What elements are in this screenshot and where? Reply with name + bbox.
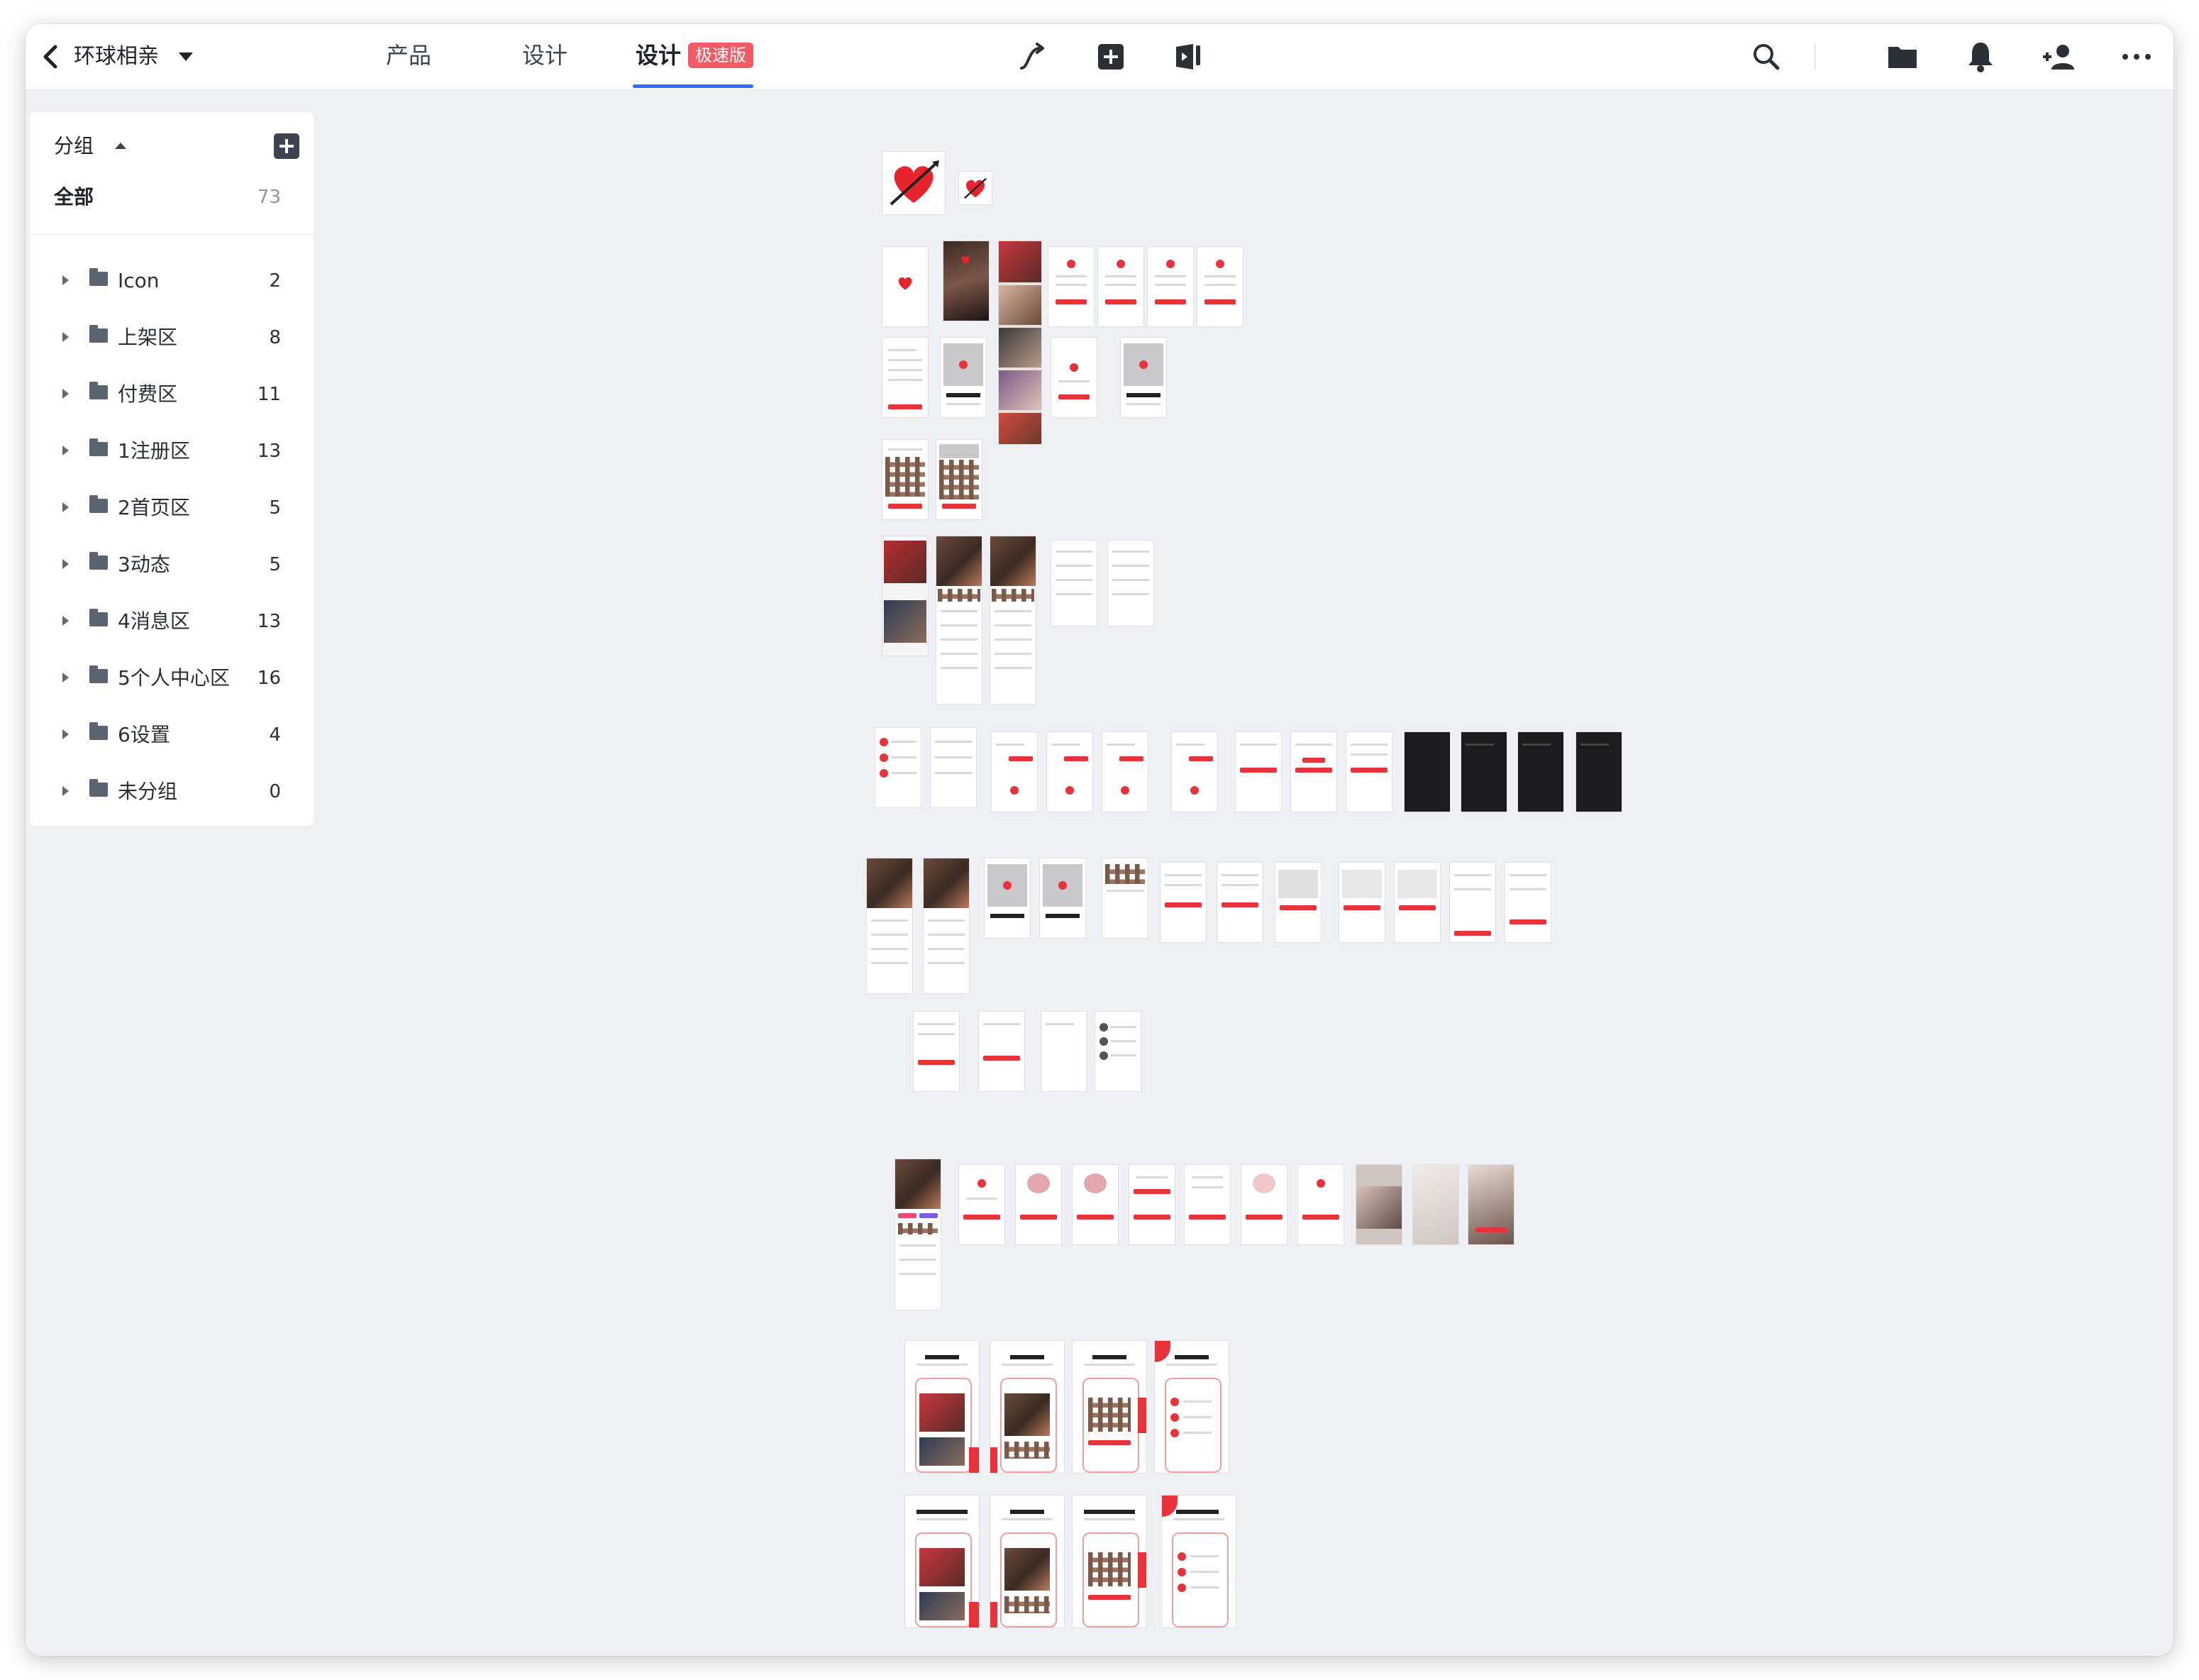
artboard-thumbnail[interactable] [1051, 338, 1097, 417]
artboard-thumbnail[interactable] [1041, 1012, 1087, 1091]
artboard-thumbnail[interactable] [905, 1496, 979, 1628]
design-canvas[interactable] [26, 89, 2173, 1656]
heart-arrow-icon [890, 160, 939, 206]
artboard-thumbnail[interactable] [959, 1165, 1004, 1244]
artboard-thumbnail[interactable] [1241, 1165, 1287, 1244]
artboard-thumbnail[interactable] [1051, 541, 1097, 626]
artboard-thumbnail[interactable] [1291, 732, 1336, 812]
artboard-thumbnail[interactable] [1298, 1165, 1344, 1244]
search-icon[interactable] [1745, 35, 1788, 78]
artboard-thumbnail[interactable] [1073, 1496, 1146, 1628]
app-window: 环球相亲 产品 设计 设计 极速版 分组 全部 73 Icon 2 上架区 8 … [26, 24, 2173, 1656]
artboard-thumbnail[interactable] [1121, 338, 1166, 417]
artboard-thumbnail[interactable] [1505, 863, 1551, 942]
express-badge: 极速版 [688, 43, 754, 68]
artboard-thumbnail[interactable] [1450, 863, 1495, 942]
add-user-icon[interactable] [2037, 35, 2080, 78]
artboard-thumbnail[interactable] [1102, 732, 1148, 812]
caret-down-icon[interactable] [172, 43, 200, 71]
artboard-thumbnail[interactable] [941, 338, 986, 417]
artboard-thumbnail[interactable] [1217, 863, 1263, 942]
tab-product[interactable]: 产品 [386, 38, 431, 72]
artboard-thumbnail[interactable] [882, 338, 928, 417]
artboard-thumbnail[interactable] [1197, 247, 1243, 326]
artboard-thumbnail[interactable] [1162, 1496, 1236, 1628]
artboard-thumbnail[interactable] [985, 858, 1030, 938]
artboard-thumbnail[interactable] [882, 247, 928, 326]
project-name[interactable]: 环球相亲 [74, 41, 159, 72]
tab-design-express[interactable]: 设计 极速版 [636, 38, 754, 72]
bell-icon[interactable] [1959, 35, 2002, 78]
preview-icon[interactable] [1168, 35, 1210, 78]
artboard-thumbnail[interactable] [1468, 1165, 1514, 1244]
artboard-thumbnail[interactable] [882, 152, 945, 214]
artboard-thumbnail-dark[interactable] [1461, 732, 1507, 812]
artboard-thumbnail[interactable] [1275, 863, 1321, 942]
artboard-thumbnail[interactable] [999, 241, 1041, 444]
artboard-thumbnail[interactable] [943, 241, 989, 321]
artboard-thumbnail[interactable] [914, 1012, 959, 1091]
artboard-thumbnail[interactable] [1073, 1165, 1118, 1244]
artboard-thumbnail[interactable] [931, 728, 976, 807]
artboard-thumbnail[interactable] [1047, 732, 1092, 812]
artboard-thumbnail[interactable] [1095, 1012, 1141, 1091]
artboard-thumbnail[interactable] [959, 172, 992, 204]
artboard-thumbnail[interactable] [924, 858, 969, 993]
add-square-icon[interactable] [1090, 35, 1132, 78]
artboard-thumbnail[interactable] [1185, 1165, 1230, 1244]
artboard-thumbnail[interactable] [936, 440, 982, 519]
folder-icon[interactable] [1881, 35, 1924, 78]
artboard-thumbnail[interactable] [1161, 863, 1206, 942]
artboard-thumbnail[interactable] [1339, 863, 1385, 942]
artboard-thumbnail[interactable] [1098, 247, 1143, 326]
tab-design-express-label: 设计 [636, 42, 682, 69]
artboard-thumbnail[interactable] [1356, 1165, 1402, 1244]
artboard-thumbnail[interactable] [1016, 1165, 1061, 1244]
artboard-thumbnail[interactable] [990, 536, 1036, 704]
active-tab-indicator [633, 84, 753, 88]
artboard-thumbnail[interactable] [875, 728, 921, 807]
artboard-thumbnail[interactable] [1413, 1165, 1458, 1244]
artboard-thumbnail[interactable] [867, 858, 912, 993]
artboard-thumbnail[interactable] [905, 1341, 979, 1473]
tab-design[interactable]: 设计 [522, 38, 567, 72]
artboard-thumbnail[interactable] [979, 1012, 1024, 1091]
artboard-thumbnail[interactable] [1172, 732, 1217, 812]
artboard-thumbnail-dark[interactable] [1576, 732, 1622, 812]
more-icon[interactable] [2115, 35, 2158, 78]
artboard-thumbnail[interactable] [936, 536, 982, 704]
artboard-thumbnail[interactable] [1346, 732, 1392, 812]
artboard-thumbnail[interactable] [1129, 1165, 1175, 1244]
artboard-thumbnail[interactable] [1073, 1341, 1146, 1473]
artboard-thumbnail[interactable] [1236, 732, 1281, 812]
artboard-thumbnail[interactable] [1048, 247, 1094, 326]
artboard-thumbnail[interactable] [992, 732, 1037, 812]
artboard-thumbnail[interactable] [882, 536, 928, 656]
artboard-thumbnail[interactable] [1148, 247, 1193, 326]
artboard-thumbnail-dark[interactable] [1405, 732, 1450, 812]
artboard-thumbnail[interactable] [1155, 1341, 1229, 1473]
toolbar-separator [1815, 44, 1816, 70]
artboard-thumbnail[interactable] [1395, 863, 1440, 942]
artboard-thumbnail[interactable] [1040, 858, 1085, 938]
connector-icon[interactable] [1012, 35, 1054, 78]
artboard-thumbnail[interactable] [882, 440, 928, 519]
back-icon[interactable] [33, 37, 72, 77]
artboard-thumbnail[interactable] [1108, 541, 1153, 626]
artboard-thumbnail[interactable] [1102, 858, 1148, 938]
artboard-thumbnail[interactable] [990, 1341, 1064, 1473]
artboard-thumbnail-dark[interactable] [1518, 732, 1563, 812]
heart-arrow-icon [964, 177, 987, 199]
artboard-thumbnail[interactable] [990, 1496, 1064, 1628]
artboard-thumbnail[interactable] [895, 1159, 941, 1310]
top-toolbar: 环球相亲 产品 设计 设计 极速版 [26, 24, 2173, 90]
